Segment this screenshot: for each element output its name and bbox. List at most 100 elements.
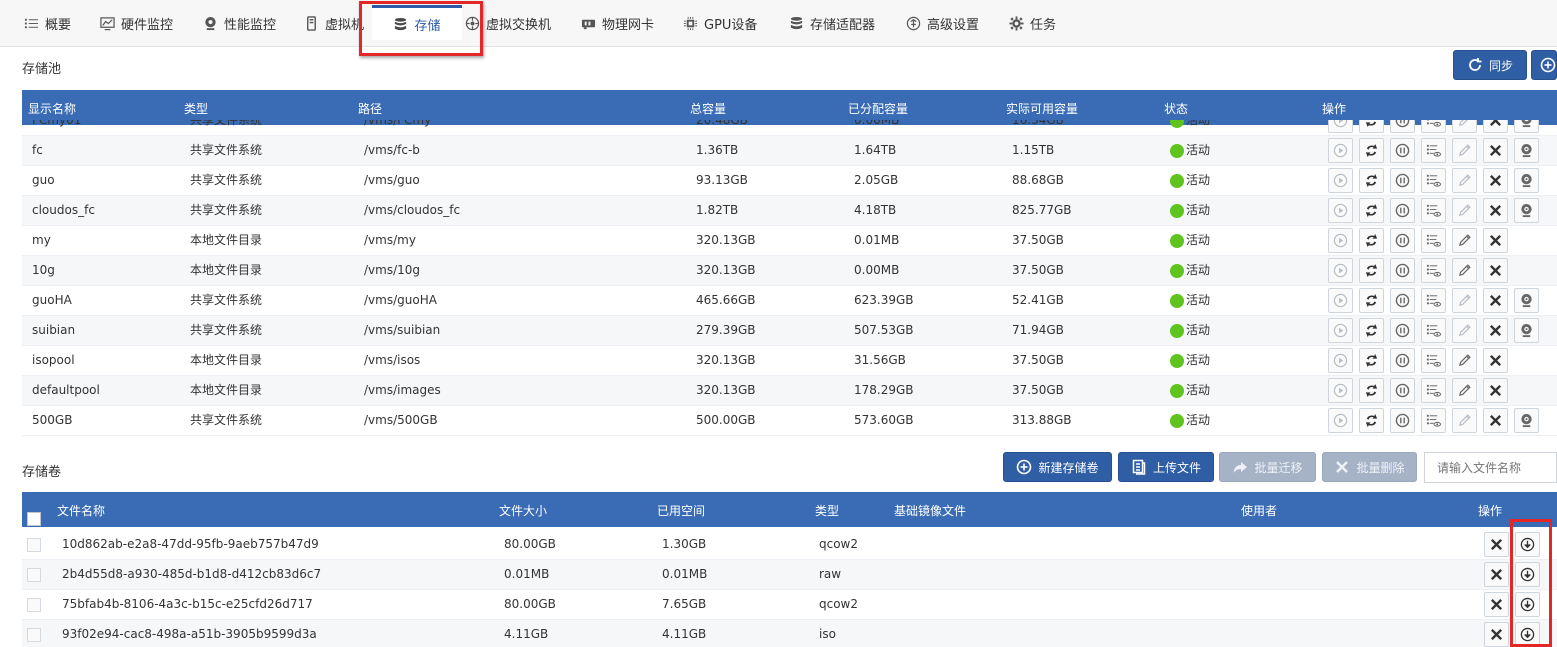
delete-button[interactable]: [1483, 348, 1508, 373]
upload-file-button[interactable]: 上传文件: [1118, 452, 1214, 482]
col-used-space[interactable]: 已用空间: [657, 502, 705, 519]
delete-button[interactable]: [1484, 532, 1509, 557]
start-button[interactable]: [1328, 348, 1353, 373]
edit-button[interactable]: [1452, 348, 1477, 373]
edit-button[interactable]: [1452, 288, 1477, 313]
start-button[interactable]: [1328, 258, 1353, 283]
view-details-button[interactable]: [1421, 138, 1446, 163]
col-base-image[interactable]: 基础镜像文件: [894, 502, 966, 519]
start-button[interactable]: [1328, 378, 1353, 403]
col-file-size[interactable]: 文件大小: [499, 502, 547, 519]
start-button[interactable]: [1328, 120, 1353, 133]
tab-hardware-monitor[interactable]: 硬件监控: [100, 8, 173, 38]
table-row[interactable]: guo 共享文件系统/vms/guo 93.13GB 2.05GB 88.68GB 活动: [22, 166, 1557, 196]
start-button[interactable]: [1328, 168, 1353, 193]
start-button[interactable]: [1328, 138, 1353, 163]
view-details-button[interactable]: [1421, 228, 1446, 253]
start-button[interactable]: [1328, 288, 1353, 313]
refresh-button[interactable]: [1359, 168, 1384, 193]
refresh-button[interactable]: [1359, 378, 1384, 403]
refresh-button[interactable]: [1359, 258, 1384, 283]
delete-button[interactable]: [1484, 592, 1509, 617]
refresh-button[interactable]: [1359, 318, 1384, 343]
pause-button[interactable]: [1390, 378, 1415, 403]
table-row[interactable]: 75bfab4b-8106-4a3c-b15c-e25cfd26d717 80.0…: [22, 590, 1557, 620]
table-row[interactable]: 10g 本地文件目录/vms/10g 320.13GB 0.00MB 37.50GB 活动: [22, 256, 1557, 286]
edit-button[interactable]: [1452, 198, 1477, 223]
monitor-button[interactable]: [1514, 168, 1539, 193]
view-details-button[interactable]: [1421, 348, 1446, 373]
delete-button[interactable]: [1483, 198, 1508, 223]
row-checkbox[interactable]: [27, 538, 41, 552]
edit-button[interactable]: [1452, 408, 1477, 433]
col-allocated[interactable]: 已分配容量: [848, 100, 908, 117]
view-details-button[interactable]: [1421, 318, 1446, 343]
view-details-button[interactable]: [1421, 258, 1446, 283]
edit-button[interactable]: [1452, 168, 1477, 193]
tab-vswitch[interactable]: 虚拟交换机: [465, 8, 551, 38]
col-display-name[interactable]: 显示名称: [28, 100, 76, 117]
refresh-button[interactable]: [1359, 138, 1384, 163]
table-row[interactable]: FCmy01 共享文件系统/vms/FCmy 20.48GB 0.00MB 16.34G…: [22, 120, 1557, 136]
edit-button[interactable]: [1452, 318, 1477, 343]
table-row[interactable]: 93f02e94-cac8-498a-a51b-3905b9599d3a 4.11…: [22, 620, 1557, 647]
refresh-button[interactable]: [1359, 228, 1384, 253]
pause-button[interactable]: [1390, 138, 1415, 163]
tab-physical-nic[interactable]: 物理网卡: [581, 8, 654, 38]
view-details-button[interactable]: [1421, 408, 1446, 433]
edit-button[interactable]: [1452, 228, 1477, 253]
delete-button[interactable]: [1483, 120, 1508, 133]
tab-storage[interactable]: 存储: [372, 5, 462, 40]
pause-button[interactable]: [1390, 408, 1415, 433]
view-details-button[interactable]: [1421, 378, 1446, 403]
monitor-button[interactable]: [1514, 138, 1539, 163]
view-details-button[interactable]: [1421, 288, 1446, 313]
download-button[interactable]: [1515, 562, 1540, 587]
col-available[interactable]: 实际可用容量: [1006, 100, 1078, 117]
row-checkbox[interactable]: [27, 598, 41, 612]
delete-button[interactable]: [1483, 168, 1508, 193]
row-checkbox[interactable]: [27, 568, 41, 582]
col-path[interactable]: 路径: [358, 100, 382, 117]
monitor-button[interactable]: [1514, 120, 1539, 133]
edit-button[interactable]: [1452, 378, 1477, 403]
col-type[interactable]: 类型: [184, 100, 208, 117]
add-pool-button[interactable]: [1531, 50, 1557, 80]
col-user[interactable]: 使用者: [1241, 502, 1277, 519]
start-button[interactable]: [1328, 228, 1353, 253]
view-details-button[interactable]: [1421, 168, 1446, 193]
tab-vm[interactable]: 虚拟机: [304, 8, 364, 38]
start-button[interactable]: [1328, 318, 1353, 343]
table-row[interactable]: 10d862ab-e2a8-47dd-95fb-9aeb757b47d9 80.0…: [22, 530, 1557, 560]
pause-button[interactable]: [1390, 318, 1415, 343]
download-button[interactable]: [1515, 592, 1540, 617]
tab-tasks[interactable]: 任务: [1009, 8, 1056, 38]
refresh-button[interactable]: [1359, 348, 1384, 373]
pause-button[interactable]: [1390, 228, 1415, 253]
delete-button[interactable]: [1483, 258, 1508, 283]
monitor-button[interactable]: [1514, 408, 1539, 433]
tab-advanced-settings[interactable]: 高级设置: [906, 8, 979, 38]
delete-button[interactable]: [1483, 288, 1508, 313]
refresh-button[interactable]: [1359, 120, 1384, 133]
monitor-button[interactable]: [1514, 318, 1539, 343]
batch-delete-button[interactable]: 批量删除: [1322, 452, 1417, 482]
delete-button[interactable]: [1483, 318, 1508, 343]
table-row[interactable]: 500GB 共享文件系统/vms/500GB 500.00GB 573.60GB 313…: [22, 406, 1557, 436]
table-row[interactable]: suibian 共享文件系统/vms/suibian 279.39GB 507.53G…: [22, 316, 1557, 346]
batch-migrate-button[interactable]: 批量迁移: [1219, 452, 1316, 482]
tab-overview[interactable]: 概要: [24, 8, 71, 38]
table-row[interactable]: isopool 本地文件目录/vms/isos 320.13GB 31.56GB 37.…: [22, 346, 1557, 376]
delete-button[interactable]: [1484, 562, 1509, 587]
table-row[interactable]: cloudos_fc 共享文件系统/vms/cloudos_fc 1.82TB 4.1…: [22, 196, 1557, 226]
row-checkbox[interactable]: [27, 628, 41, 642]
table-row[interactable]: 2b4d55d8-a930-485d-b1d8-d412cb83d6c7 0.01…: [22, 560, 1557, 590]
col-total[interactable]: 总容量: [690, 100, 726, 117]
table-row[interactable]: my 本地文件目录/vms/my 320.13GB 0.01MB 37.50GB 活动: [22, 226, 1557, 256]
col-status[interactable]: 状态: [1164, 100, 1188, 117]
pause-button[interactable]: [1390, 168, 1415, 193]
refresh-button[interactable]: [1359, 198, 1384, 223]
pause-button[interactable]: [1390, 120, 1415, 133]
tab-storage-adapter[interactable]: 存储适配器: [789, 8, 875, 38]
monitor-button[interactable]: [1514, 198, 1539, 223]
